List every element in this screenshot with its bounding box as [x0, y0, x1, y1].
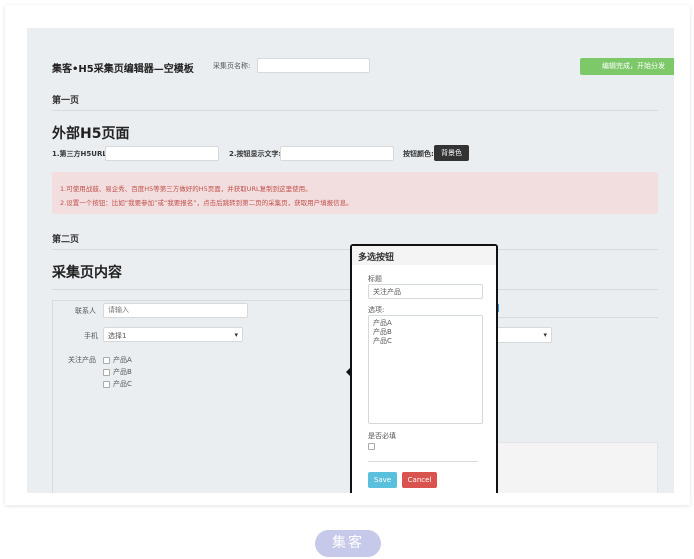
phone-select[interactable]: 选择1	[103, 327, 243, 342]
options-textarea[interactable]: 产品A 产品B 产品C	[368, 315, 483, 424]
right-select[interactable]	[495, 327, 552, 343]
button-text-input[interactable]	[280, 146, 394, 161]
divider	[495, 317, 658, 318]
option-line: 产品A	[373, 319, 392, 327]
page-name-input[interactable]	[257, 58, 370, 73]
product-option[interactable]: 产品B	[103, 367, 132, 377]
button-color-label: 按钮颜色:	[403, 150, 434, 158]
collect-content-title: 采集页内容	[52, 265, 122, 281]
divider	[368, 461, 478, 462]
page-name-label: 采集页名称:	[213, 62, 251, 70]
alert-line: 2.设置一个按钮：比如“我要参加”或“我要报名”，点击后跳转到第二页的采集页，获…	[60, 199, 353, 207]
brand-logo: 集客	[315, 530, 381, 557]
background-color-button[interactable]: 背景色	[434, 145, 469, 161]
contact-label: 联系人	[75, 307, 96, 315]
phone-label: 手机	[84, 332, 98, 340]
help-box	[485, 442, 658, 493]
info-alert: 1.可使用战鼓、易企秀、百度H5等第三方做好的H5页面，并获取URL复制到这里使…	[52, 172, 658, 214]
title-label: 标题	[368, 275, 382, 283]
contact-input[interactable]	[103, 303, 248, 318]
page2-heading: 第二页	[52, 235, 80, 245]
editor-title: 集客•H5采集页编辑器—空模板	[52, 64, 194, 75]
title-input[interactable]	[368, 284, 483, 299]
button-text-label: 2.按钮显示文字:	[229, 150, 282, 158]
page1-heading: 第一页	[52, 96, 80, 106]
url-label: 1.第三方H5URL:	[52, 150, 110, 158]
editor-stage: 集客•H5采集页编辑器—空模板 采集页名称: 编辑完成，开始分发 第一页 外部H…	[27, 28, 674, 493]
finish-distribute-button[interactable]: 编辑完成，开始分发	[580, 58, 674, 75]
alert-line: 1.可使用战鼓、易企秀、百度H5等第三方做好的H5页面，并获取URL复制到这里使…	[60, 185, 312, 193]
checkbox[interactable]	[103, 356, 110, 364]
products-label: 关注产品	[68, 356, 96, 364]
popover-title: 多选按钮	[352, 246, 496, 265]
checkbox[interactable]	[103, 368, 110, 376]
required-checkbox[interactable]	[368, 443, 375, 450]
options-label: 选项:	[368, 306, 385, 314]
divider	[52, 110, 658, 111]
editor-card: 集客•H5采集页编辑器—空模板 采集页名称: 编辑完成，开始分发 第一页 外部H…	[5, 5, 690, 505]
external-h5-title: 外部H5页面	[52, 126, 130, 142]
popover-arrow-icon	[346, 368, 350, 376]
phone-select-value: 选择1	[108, 332, 127, 340]
product-option[interactable]: 产品A	[103, 355, 132, 365]
multi-select-popover: 多选按钮 标题 选项: 产品A 产品B 产品C 是否必填 Save Cancel	[350, 244, 498, 493]
option-line: 产品B	[373, 328, 392, 336]
product-option[interactable]: 产品C	[103, 379, 132, 389]
h5-url-input[interactable]	[105, 146, 219, 161]
option-line: 产品C	[373, 337, 392, 345]
save-button[interactable]: Save	[368, 472, 397, 488]
cancel-button[interactable]: Cancel	[402, 472, 437, 488]
required-label: 是否必填	[368, 432, 396, 440]
checkbox[interactable]	[103, 380, 110, 388]
